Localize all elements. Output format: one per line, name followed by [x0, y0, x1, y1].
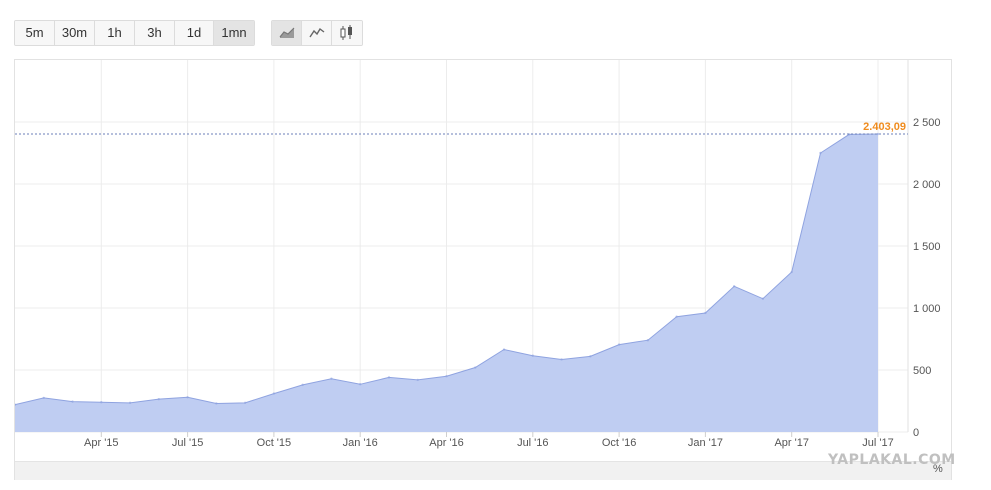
- x-tick-label: Jul '15: [172, 437, 203, 449]
- data-point: [243, 401, 247, 405]
- data-point: [100, 401, 103, 404]
- data-point: [474, 366, 477, 369]
- data-point: [71, 400, 74, 403]
- data-point: [186, 396, 189, 399]
- area-chart: 0 500 1 000 1 500 2 000 2 500 Apr '15 Jul '15 Oc…: [15, 60, 941, 449]
- area-chart-button[interactable]: [272, 21, 302, 45]
- area-chart-icon: [279, 27, 294, 38]
- data-point: [761, 297, 765, 300]
- line-chart-button[interactable]: [302, 21, 332, 45]
- y-tick-label: 500: [913, 365, 931, 377]
- x-tick-label: Apr '16: [429, 437, 464, 449]
- range-button-30m[interactable]: 30m: [55, 21, 95, 45]
- data-point: [819, 151, 822, 155]
- range-button-1mn[interactable]: 1mn: [214, 21, 254, 45]
- data-point: [617, 343, 621, 346]
- data-point: [732, 285, 736, 288]
- data-point: [790, 270, 793, 274]
- candlestick-icon: [340, 25, 352, 40]
- x-tick-label: Oct '16: [602, 437, 637, 449]
- data-point: [646, 339, 650, 342]
- y-tick-label: 1 000: [913, 303, 941, 315]
- data-point: [704, 311, 707, 315]
- y-tick-label: 1 500: [913, 241, 941, 253]
- x-tick-label: Apr '17: [774, 437, 809, 449]
- y-tick-label: 2 000: [913, 179, 941, 191]
- x-tick-label: Oct '15: [257, 437, 292, 449]
- range-button-1d[interactable]: 1d: [175, 21, 214, 45]
- data-point: [42, 396, 45, 400]
- chart-type-selector: [271, 20, 363, 46]
- data-point: [301, 383, 304, 387]
- range-button-3h[interactable]: 3h: [135, 21, 175, 45]
- last-value-label: 2.403,09: [863, 121, 906, 133]
- data-point: [675, 315, 678, 318]
- data-point: [128, 401, 132, 405]
- data-point: [589, 355, 592, 358]
- chart-panel: 0 500 1 000 1 500 2 000 2 500 Apr '15 Jul '15 Oc…: [14, 59, 952, 480]
- y-tick-label: 0: [913, 427, 919, 439]
- x-tick-label: Jul '17: [862, 437, 893, 449]
- x-tick-label: Jan '17: [688, 437, 723, 449]
- data-point: [359, 383, 362, 386]
- time-range-selector: 5m 30m 1h 3h 1d 1mn: [14, 20, 255, 46]
- data-point: [157, 397, 161, 401]
- candlestick-button[interactable]: [332, 21, 362, 45]
- x-tick-label: Apr '15: [84, 437, 119, 449]
- x-tick-label: Jul '16: [517, 437, 548, 449]
- data-point: [215, 402, 218, 405]
- data-point: [387, 376, 391, 379]
- range-button-1h[interactable]: 1h: [95, 21, 135, 45]
- chart-scroll-strip[interactable]: [15, 461, 951, 480]
- line-chart-icon: [308, 27, 324, 38]
- data-point: [560, 358, 563, 361]
- data-point: [876, 132, 880, 136]
- data-point: [330, 377, 333, 380]
- data-point: [445, 375, 448, 378]
- data-point: [531, 354, 534, 357]
- range-button-5m[interactable]: 5m: [15, 21, 55, 45]
- data-point: [502, 348, 506, 351]
- watermark-text: YAPLAKAL.COM: [828, 452, 956, 468]
- data-point: [416, 378, 419, 382]
- x-tick-label: Jan '16: [343, 437, 378, 449]
- y-tick-label: 2 500: [913, 117, 941, 129]
- data-point: [272, 392, 276, 395]
